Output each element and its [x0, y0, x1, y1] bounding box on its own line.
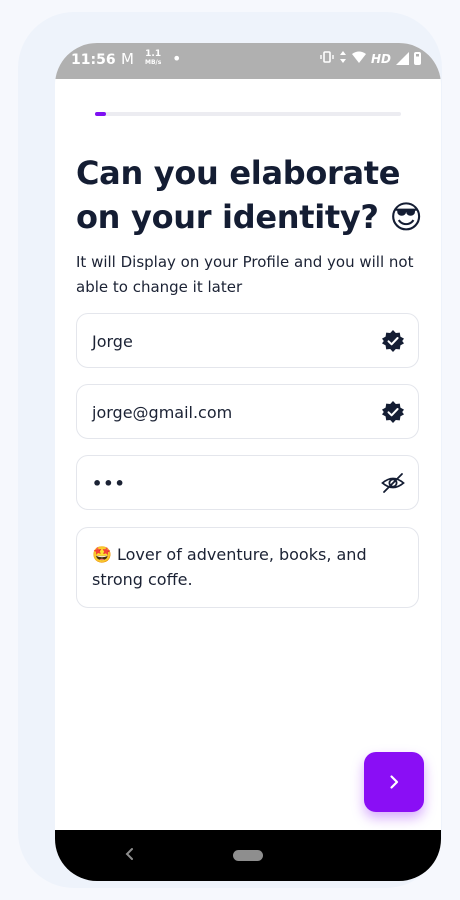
system-nav-bar — [55, 830, 441, 881]
onboarding-progress-fill — [95, 112, 106, 116]
vibrate-icon — [320, 51, 334, 66]
status-bar: 11:56 M 1.1 MB/s • HD — [55, 43, 441, 79]
notification-dot: • — [172, 49, 182, 68]
home-pill-icon[interactable] — [233, 850, 263, 861]
phone-frame: 11:56 M 1.1 MB/s • HD Can you elaborate … — [18, 12, 442, 888]
network-speed: 1.1 MB/s — [145, 50, 161, 67]
password-field[interactable]: ••• — [76, 455, 419, 510]
eye-off-icon[interactable] — [381, 471, 405, 495]
status-icons: HD — [320, 51, 421, 66]
verified-badge-icon — [381, 329, 405, 353]
status-time: 11:56 — [71, 52, 116, 68]
next-button[interactable] — [364, 752, 424, 812]
onboarding-progress — [95, 112, 401, 116]
page-title: Can you elaborate on your identity? 😎 — [76, 154, 423, 236]
name-field-value: Jorge — [92, 332, 133, 351]
email-field-value: jorge@gmail.com — [92, 403, 233, 422]
page-subtitle: It will Display on your Profile and you … — [76, 253, 414, 296]
chevron-right-icon — [364, 775, 424, 815]
signal-icon — [396, 52, 409, 65]
verified-badge-icon — [381, 400, 405, 424]
bio-field-value: 🤩 Lover of adventure, books, and strong … — [92, 545, 367, 589]
back-icon[interactable] — [124, 845, 136, 863]
app-screen: 11:56 M 1.1 MB/s • HD Can you elaborate … — [55, 43, 441, 881]
bio-field[interactable]: 🤩 Lover of adventure, books, and strong … — [76, 527, 419, 608]
password-field-value: ••• — [92, 474, 126, 493]
battery-icon — [414, 52, 421, 65]
name-field[interactable]: Jorge — [76, 313, 419, 368]
network-speed-value: 1.1 — [145, 49, 162, 59]
network-type-label: HD — [370, 51, 391, 66]
wifi-icon — [351, 51, 366, 66]
data-arrows-icon — [339, 51, 347, 66]
network-speed-unit: MB/s — [145, 59, 162, 66]
email-field[interactable]: jorge@gmail.com — [76, 384, 419, 439]
gmail-icon: M — [121, 50, 134, 68]
